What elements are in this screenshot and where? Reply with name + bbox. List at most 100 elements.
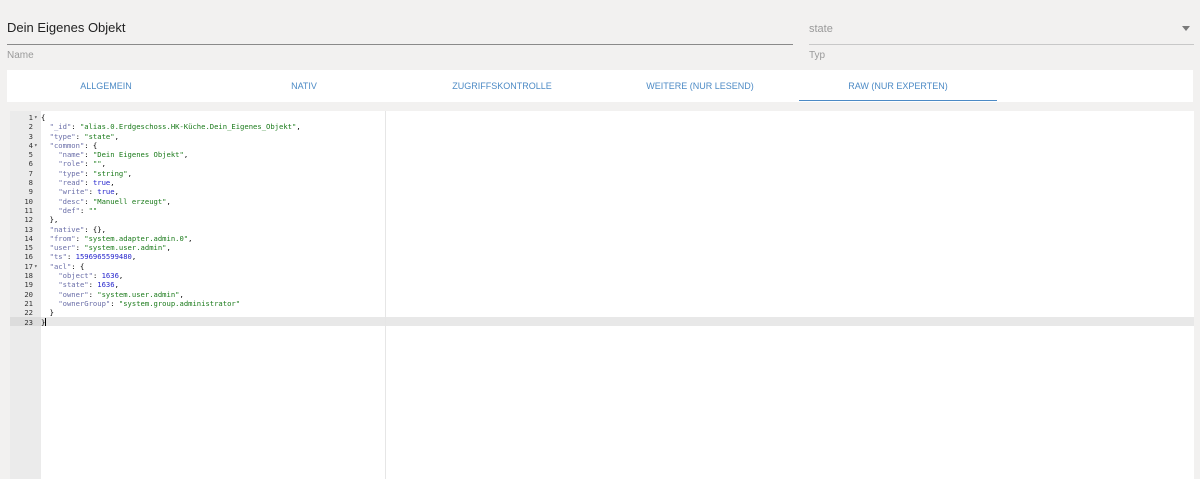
code-token: {	[41, 113, 46, 122]
tab-weitere[interactable]: WEITERE (NUR LESEND)	[601, 70, 799, 102]
code-line[interactable]: 4 ▾ "common": {	[10, 141, 301, 150]
code-token: "from"	[49, 233, 76, 243]
type-label: Typ	[809, 50, 826, 61]
line-number: 12	[24, 215, 33, 225]
code-token: "ownerGroup"	[58, 298, 111, 308]
line-number: 4	[28, 140, 33, 150]
code-line[interactable]: 11 "def": ""	[10, 206, 301, 215]
code-line[interactable]: 19 "state": 1636,	[10, 280, 301, 289]
line-text: "native": {},	[41, 225, 106, 234]
line-text: "acl": {	[41, 262, 85, 271]
code-token: 1596965599480	[75, 252, 132, 262]
name-input-value[interactable]: Dein Eigenes Objekt	[7, 20, 126, 35]
line-text: "user": "system.user.admin",	[41, 243, 171, 252]
fold-arrow-icon[interactable]: ▾	[33, 113, 41, 122]
code-line[interactable]: 7 "type": "string",	[10, 169, 301, 178]
code-line[interactable]: 3 "type": "state",	[10, 132, 301, 141]
line-text: "read": true,	[41, 178, 115, 188]
code-line[interactable]: 10 "desc": "Manuell erzeugt",	[10, 197, 301, 206]
line-number: 1	[28, 113, 33, 122]
line-number: 15	[24, 243, 33, 253]
code-line[interactable]: 20 "owner": "system.user.admin",	[10, 290, 301, 299]
line-text: "ownerGroup": "system.group.administrato…	[41, 299, 240, 308]
type-select-value[interactable]: state	[809, 23, 833, 35]
line-number: 6	[28, 159, 33, 169]
name-input[interactable]: Dein Eigenes Objekt	[7, 14, 793, 45]
json-editor[interactable]: 1 ▾{2 "_id": "alias.0.Erdgeschoss.HK-Küch…	[10, 111, 1194, 479]
fold-arrow-icon[interactable]: ▾	[33, 262, 41, 271]
code-token: "alias.0.Erdgeschoss.HK-Küche.Dein_Eigen…	[79, 122, 297, 132]
type-select[interactable]: state	[809, 14, 1194, 45]
line-number: 11	[24, 205, 33, 215]
code-token: }	[41, 308, 54, 318]
code-line[interactable]: 6 "role": "",	[10, 159, 301, 168]
code-line[interactable]: 14 "from": "system.adapter.admin.0",	[10, 234, 301, 243]
code-token: : {},	[84, 224, 106, 234]
code-line[interactable]: 15 "user": "system.user.admin",	[10, 243, 301, 252]
line-text: "role": "",	[41, 159, 106, 168]
code-token: :	[88, 187, 98, 197]
code-token: "native"	[49, 224, 85, 234]
code-lines[interactable]: 1 ▾{2 "_id": "alias.0.Erdgeschoss.HK-Küch…	[10, 113, 301, 327]
tab-allgemein[interactable]: ALLGEMEIN	[7, 70, 205, 102]
code-token: :	[75, 233, 85, 243]
code-line[interactable]: 16 "ts": 1596965599480,	[10, 252, 301, 261]
code-line[interactable]: 18 "object": 1636,	[10, 271, 301, 280]
code-line[interactable]: 5 "name": "Dein Eigenes Objekt",	[10, 150, 301, 159]
line-text: "common": {	[41, 141, 98, 150]
code-line[interactable]: 12 },	[10, 215, 301, 224]
line-number: 17	[24, 261, 33, 271]
code-line[interactable]: 21 "ownerGroup": "system.group.administr…	[10, 299, 301, 308]
chevron-down-icon[interactable]	[1182, 26, 1190, 31]
code-line[interactable]: 23}	[10, 317, 301, 327]
code-token: "system.group.administrator"	[118, 298, 241, 308]
tab-raw[interactable]: RAW (NUR EXPERTEN)	[799, 70, 997, 102]
code-token: 1636	[97, 280, 115, 290]
code-token: "read"	[58, 178, 85, 188]
text-cursor	[45, 317, 47, 326]
code-token: ,	[127, 168, 132, 178]
code-line[interactable]: 1 ▾{	[10, 113, 301, 122]
code-token: ,	[110, 178, 115, 188]
line-text: }	[41, 308, 54, 317]
code-token: "write"	[58, 187, 89, 197]
code-line[interactable]: 8 "read": true,	[10, 178, 301, 187]
code-token: "desc"	[58, 196, 85, 206]
line-text: "name": "Dein Eigenes Objekt",	[41, 150, 188, 159]
line-text: "ts": 1596965599480,	[41, 252, 137, 262]
fold-arrow-icon[interactable]: ▾	[33, 141, 41, 150]
tab-zugriffskontrolle[interactable]: ZUGRIFFSKONTROLLE	[403, 70, 601, 102]
tab-nativ[interactable]: NATIV	[205, 70, 403, 102]
code-token: "system.adapter.admin.0"	[84, 233, 189, 243]
code-token: "system.user.admin"	[84, 243, 167, 253]
line-text: "state": 1636,	[41, 280, 119, 289]
line-number: 13	[24, 224, 33, 234]
code-line[interactable]: 17 ▾ "acl": {	[10, 262, 301, 271]
code-line[interactable]: 22 }	[10, 308, 301, 317]
code-line[interactable]: 9 "write": true,	[10, 187, 301, 196]
code-token: "type"	[58, 168, 85, 178]
line-text: {	[41, 113, 45, 122]
line-number: 18	[24, 271, 33, 281]
code-line[interactable]: 2 "_id": "alias.0.Erdgeschoss.HK-Küche.D…	[10, 122, 301, 131]
line-text: "type": "state",	[41, 132, 119, 141]
code-token: "state"	[58, 280, 89, 290]
code-line[interactable]: 13 "native": {},	[10, 225, 301, 234]
